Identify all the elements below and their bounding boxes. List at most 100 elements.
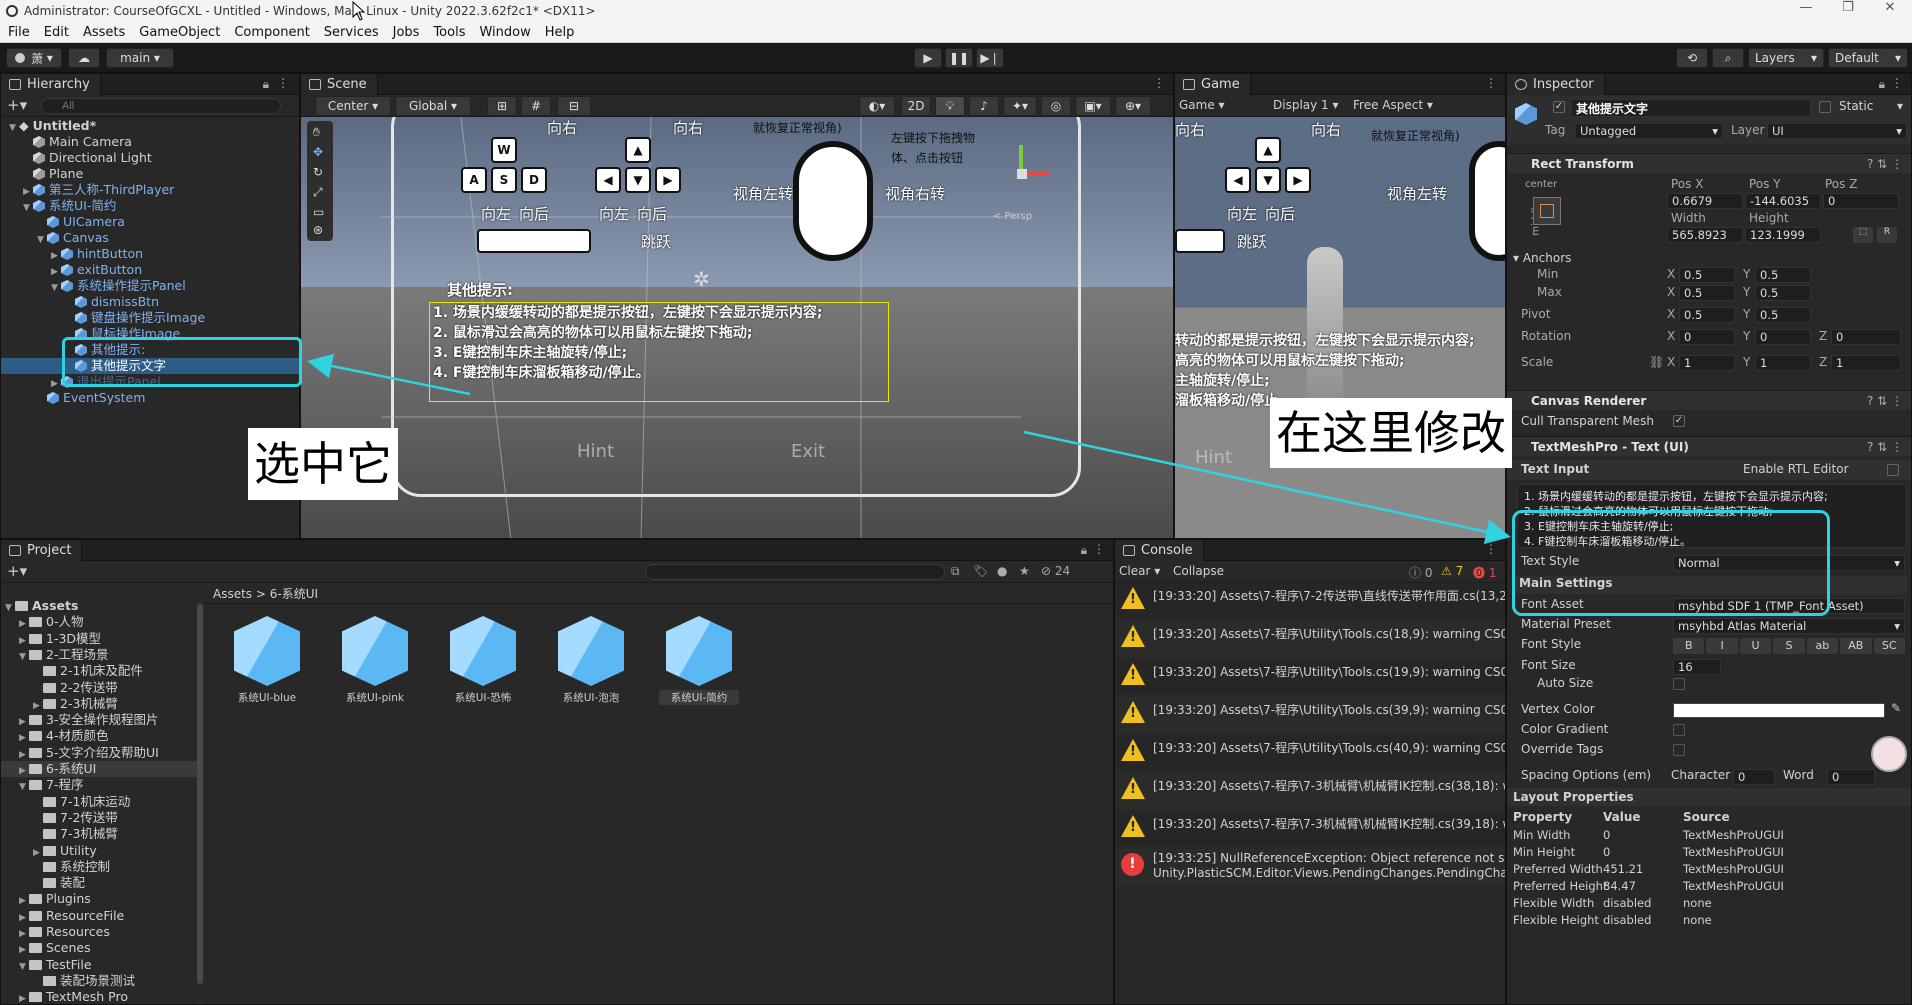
menu-help[interactable]: Help xyxy=(545,25,575,40)
color-gradient-checkbox[interactable] xyxy=(1673,724,1685,736)
rotation-z-field[interactable]: 0 xyxy=(1831,329,1901,345)
anchor-min-y-field[interactable]: 0.5 xyxy=(1755,267,1811,283)
font-style-button[interactable]: ab xyxy=(1806,638,1839,654)
console-log-row[interactable]: [19:33:20] Assets\7-程序\7-2传送带\直线传送带作用面.c… xyxy=(1115,583,1505,619)
maximize-button[interactable]: ❐ xyxy=(1828,0,1868,15)
hand-tool-icon[interactable]: ✋︎ xyxy=(313,125,320,140)
tab-scene[interactable]: Scene xyxy=(301,74,378,95)
step-button[interactable]: ▶❘ xyxy=(976,48,1004,68)
font-style-button[interactable]: U xyxy=(1739,638,1772,654)
search-icon[interactable]: ⌕ xyxy=(1712,48,1744,68)
tag-dropdown[interactable]: Untagged ▾ xyxy=(1575,123,1723,139)
posz-field[interactable]: 0 xyxy=(1823,193,1899,209)
anchor-min-x-field[interactable]: 0.5 xyxy=(1679,267,1735,283)
pivot-dropdown[interactable]: Center ▾ xyxy=(315,96,391,116)
console-log-row[interactable]: [19:33:20] Assets\7-程序\Utility\Tools.cs(… xyxy=(1115,659,1505,695)
blueprint-mode-button[interactable]: ⬚ xyxy=(1853,227,1873,243)
anchor-preset-button[interactable] xyxy=(1533,197,1561,225)
anchor-max-x-field[interactable]: 0.5 xyxy=(1679,285,1735,301)
asset-tile[interactable]: 系统UI-blue xyxy=(227,616,307,705)
account-dropdown[interactable]: 萧 ▾ xyxy=(6,48,62,68)
asset-tile[interactable]: 系统UI-pink xyxy=(335,616,415,705)
grid-snap-icon[interactable]: # xyxy=(521,96,551,116)
override-tags-checkbox[interactable] xyxy=(1673,744,1685,756)
gizmos-dropdown[interactable]: ⊕▾ xyxy=(1115,96,1151,116)
hierarchy-row[interactable]: EventSystem xyxy=(1,390,299,406)
pause-button[interactable]: ❚❚ xyxy=(945,48,973,68)
tab-inspector[interactable]: Inspector xyxy=(1507,74,1605,95)
font-style-button[interactable]: SC xyxy=(1873,638,1905,654)
auto-size-checkbox[interactable] xyxy=(1673,678,1685,690)
kebab-menu-icon[interactable]: ⋮ xyxy=(1485,542,1497,556)
game-mode-dropdown[interactable]: Game ▾ xyxy=(1179,98,1225,112)
console-log-row[interactable]: [19:33:20] Assets\7-程序\7-3机械臂\机械臂IK控制.cs… xyxy=(1115,811,1505,847)
display-dropdown[interactable]: Display 1 ▾ xyxy=(1273,98,1339,112)
error-count-toggle[interactable]: ⓿ 1 xyxy=(1473,564,1496,581)
component-menu-icon[interactable]: ? ⇅ ⋮ xyxy=(1867,154,1903,174)
constrain-proportions-icon[interactable]: ⛓︎ xyxy=(1649,355,1664,369)
tab-hierarchy[interactable]: Hierarchy xyxy=(1,74,101,95)
pivot-x-field[interactable]: 0.5 xyxy=(1679,307,1735,323)
menu-file[interactable]: File xyxy=(8,25,30,40)
pivot-y-field[interactable]: 0.5 xyxy=(1755,307,1811,323)
font-style-button[interactable]: S xyxy=(1773,638,1805,654)
scale-tool-icon[interactable]: ⤢ xyxy=(313,185,323,200)
increment-icon[interactable]: ⊟ xyxy=(557,96,591,116)
chevron-down-icon[interactable]: ▾ xyxy=(1897,99,1903,113)
menu-window[interactable]: Window xyxy=(479,25,530,40)
canvas-renderer-header[interactable]: Canvas Renderer ? ⇅ ⋮ xyxy=(1507,390,1911,410)
hierarchy-row[interactable]: Plane xyxy=(1,166,299,182)
hierarchy-row[interactable]: ▶ 第三人称-ThirdPlayer xyxy=(1,182,299,198)
object-name-field[interactable] xyxy=(1571,99,1811,117)
warning-count-toggle[interactable]: ⚠ 7 xyxy=(1441,564,1463,578)
material-preset-dropdown[interactable]: msyhbd Atlas Material ▾ xyxy=(1673,618,1905,634)
hierarchy-row[interactable]: 键盘操作提示Image xyxy=(1,310,299,326)
hierarchy-row[interactable]: ▼ 系统UI-简约 xyxy=(1,198,299,214)
cloud-icon[interactable]: ☁ xyxy=(68,48,100,68)
hierarchy-row[interactable]: ▶ exitButton xyxy=(1,262,299,278)
lighting-icon[interactable]: 💡︎ xyxy=(935,96,965,116)
shading-dropdown[interactable]: ◐▾ xyxy=(859,96,895,116)
font-style-button[interactable]: B xyxy=(1673,638,1705,654)
tab-console[interactable]: Console xyxy=(1115,540,1204,561)
rotate-tool-icon[interactable]: ↻ xyxy=(313,165,323,179)
scale-z-field[interactable]: 1 xyxy=(1831,355,1901,371)
game-viewport[interactable]: 向右 向右 就恢复正常视角) ▲ ◀ ▼ ▶ 视角左转 向左 向后 跳跃 转动的… xyxy=(1175,117,1505,538)
menu-gameobject[interactable]: GameObject xyxy=(139,25,220,40)
console-log-row[interactable]: [19:33:20] Assets\7-程序\Utility\Tools.cs(… xyxy=(1115,621,1505,657)
height-field[interactable]: 123.1999 xyxy=(1745,227,1821,243)
hierarchy-row[interactable]: ▼ 系统操作提示Panel xyxy=(1,278,299,294)
layout-dropdown[interactable]: Default ▾ xyxy=(1828,48,1908,68)
kebab-menu-icon[interactable]: ⋮ xyxy=(1485,76,1497,90)
menu-services[interactable]: Services xyxy=(324,25,379,40)
collapse-button[interactable]: Collapse xyxy=(1173,564,1224,578)
console-log-row[interactable]: [19:33:20] Assets\7-程序\Utility\Tools.cs(… xyxy=(1115,735,1505,771)
hierarchy-row[interactable]: UICamera xyxy=(1,214,299,230)
rect-tool-icon[interactable]: ▭ xyxy=(313,205,324,219)
aspect-dropdown[interactable]: Free Aspect ▾ xyxy=(1353,98,1433,112)
scale-y-field[interactable]: 1 xyxy=(1755,355,1811,371)
console-log-row[interactable]: [19:33:20] Assets\7-程序\Utility\Tools.cs(… xyxy=(1115,697,1505,733)
menu-jobs[interactable]: Jobs xyxy=(393,25,420,40)
lock-icon[interactable]: 🔒︎ xyxy=(263,77,269,92)
word-spacing-field[interactable]: 0 xyxy=(1827,769,1875,785)
rect-transform-header[interactable]: Rect Transform ? ⇅ ⋮ xyxy=(1507,153,1911,173)
layers-dropdown[interactable]: Layers ▾ xyxy=(1748,48,1824,68)
rotation-x-field[interactable]: 0 xyxy=(1679,329,1735,345)
hierarchy-row[interactable]: Main Camera xyxy=(1,134,299,150)
history-icon[interactable]: ⟲ xyxy=(1676,48,1708,68)
rotation-y-field[interactable]: 0 xyxy=(1755,329,1811,345)
branch-dropdown[interactable]: main ▾ xyxy=(106,48,174,68)
component-menu-icon[interactable]: ? ⇅ ⋮ xyxy=(1867,391,1903,411)
layer-dropdown[interactable]: UI ▾ xyxy=(1767,123,1907,139)
menu-edit[interactable]: Edit xyxy=(44,25,69,40)
vertex-color-swatch[interactable] xyxy=(1673,703,1885,718)
menu-assets[interactable]: Assets xyxy=(83,25,125,40)
rtl-checkbox[interactable] xyxy=(1887,464,1899,476)
close-button[interactable]: ✕ xyxy=(1870,0,1910,15)
character-spacing-field[interactable]: 0 xyxy=(1733,769,1775,785)
anchor-max-y-field[interactable]: 0.5 xyxy=(1755,285,1811,301)
scene-viewport[interactable]: W A S D ▲ ◀ ▼ ▶ 向右 向右 就恢复正常视角) 左键按下拖拽物 体… xyxy=(301,117,1173,538)
kebab-menu-icon[interactable]: ⋮ xyxy=(277,76,289,90)
toggle-2d-button[interactable]: 2D xyxy=(901,96,931,116)
